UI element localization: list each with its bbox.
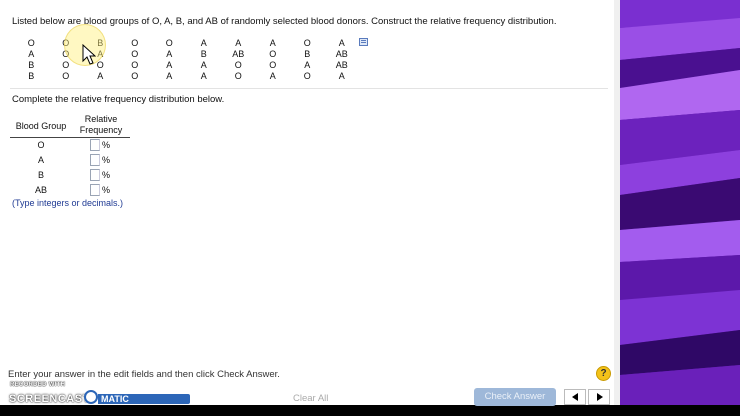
wallpaper-art — [620, 0, 740, 405]
screen: Listed below are blood groups of O, A, B… — [0, 0, 740, 405]
percent-sign: % — [102, 140, 111, 150]
data-cell: O — [234, 60, 242, 70]
data-cell: O — [131, 60, 139, 70]
data-cell: A — [338, 71, 345, 81]
recorder-label: RECORDED WITH — [10, 382, 66, 388]
check-answer-button[interactable]: Check Answer — [474, 388, 556, 406]
data-cell: A — [28, 49, 35, 59]
data-cell: A — [235, 38, 242, 48]
mouse-pointer-icon — [82, 44, 96, 65]
frequency-input-a[interactable] — [90, 154, 100, 166]
header-blood-group: Blood Group — [15, 121, 67, 131]
data-cell: O — [131, 49, 139, 59]
data-cell: A — [97, 71, 104, 81]
table-row: O % — [10, 138, 132, 153]
frequency-input-b[interactable] — [90, 169, 100, 181]
data-cell: B — [28, 60, 35, 70]
row-label-o: O — [37, 140, 45, 150]
help-icon[interactable]: ? — [596, 366, 611, 381]
frequency-input-ab[interactable] — [90, 184, 100, 196]
data-cell: O — [269, 60, 277, 70]
data-cell: O — [303, 38, 311, 48]
divider — [10, 88, 608, 89]
data-cell: AB — [335, 60, 348, 70]
table-row: AB % — [10, 183, 132, 198]
table-row: B % — [10, 168, 132, 183]
data-cell: O — [27, 38, 35, 48]
data-cell: A — [200, 71, 207, 81]
data-cell: O — [131, 71, 139, 81]
desktop-wallpaper — [620, 0, 740, 405]
data-cell: AB — [335, 49, 348, 59]
table-row: A % — [10, 153, 132, 168]
recorder-brand: SCREENCAST — [9, 393, 90, 405]
data-cell: B — [200, 49, 207, 59]
data-cell: A — [304, 60, 311, 70]
clear-all-button[interactable]: Clear All — [293, 393, 328, 404]
data-cell: A — [166, 49, 173, 59]
recorder-brand-suffix: MATIC — [101, 394, 129, 404]
data-cell: B — [28, 71, 35, 81]
input-hint: (Type integers or decimals.) — [12, 198, 124, 208]
header-relative-line2: Frequency — [79, 125, 123, 135]
instruction-text: Complete the relative frequency distribu… — [12, 94, 225, 105]
question-panel: Listed below are blood groups of O, A, B… — [0, 0, 620, 405]
data-cell: A — [200, 60, 207, 70]
data-cell: O — [131, 38, 139, 48]
prev-arrow-icon[interactable] — [564, 389, 586, 405]
data-cell: A — [166, 60, 173, 70]
row-label-ab: AB — [34, 185, 47, 195]
data-cell: A — [200, 38, 207, 48]
header-relative-line1: Relative — [84, 114, 118, 124]
data-cell: B — [304, 49, 311, 59]
data-row: B O O O A A O O A AB — [14, 60, 359, 71]
data-row: B O A O A A O A O A — [14, 71, 359, 82]
row-label-a: A — [37, 155, 44, 165]
data-cell: A — [269, 71, 276, 81]
data-cell: A — [166, 71, 173, 81]
data-cell: O — [165, 38, 173, 48]
percent-sign: % — [102, 185, 111, 195]
data-cell: O — [234, 71, 242, 81]
next-arrow-icon[interactable] — [588, 389, 610, 405]
expand-data-icon[interactable] — [359, 38, 368, 46]
data-cell: A — [338, 38, 345, 48]
data-cell: AB — [232, 49, 245, 59]
data-cell: O — [303, 71, 311, 81]
data-cell: A — [269, 38, 276, 48]
data-cell: O — [269, 49, 277, 59]
row-label-b: B — [37, 170, 44, 180]
percent-sign: % — [102, 155, 111, 165]
data-cell: O — [62, 71, 70, 81]
percent-sign: % — [102, 170, 111, 180]
footer-instruction: Enter your answer in the edit fields and… — [8, 369, 280, 380]
header-relative-frequency: Relative Frequency — [72, 114, 130, 136]
frequency-input-o[interactable] — [90, 139, 100, 151]
recorder-logo-icon — [84, 390, 98, 404]
